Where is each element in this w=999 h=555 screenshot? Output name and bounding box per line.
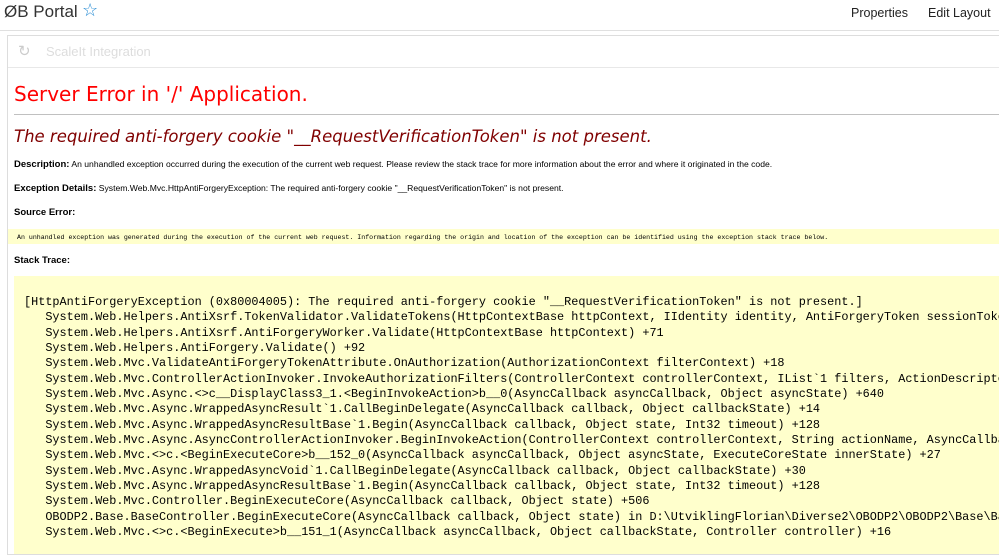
stack-line: System.Web.Mvc.Async.WrappedAsyncResultB… (24, 479, 821, 494)
details-label: Exception Details: (14, 183, 97, 194)
stack-line: OBODP2.Base.BaseController.BeginExecuteC… (24, 509, 999, 524)
stack-line: System.Web.Mvc.<>c.<BeginExecuteCore>b__… (24, 448, 941, 463)
properties-link[interactable]: Properties (851, 6, 908, 20)
source-error-label: Source Error: (14, 207, 76, 218)
exception-details: Exception Details: System.Web.Mvc.HttpAn… (14, 183, 999, 194)
portal-title: ØB Portal (4, 2, 78, 21)
stack-trace: [HttpAntiForgeryException (0x80004005): … (24, 295, 999, 541)
error-title: Server Error in '/' Application. (14, 82, 999, 115)
stack-line: System.Web.Mvc.ControllerActionInvoker.I… (24, 371, 999, 386)
source-error-heading: Source Error: (14, 207, 999, 218)
stack-line: System.Web.Mvc.Async.WrappedAsyncResult`… (24, 402, 821, 417)
stack-line: System.Web.Mvc.Async.WrappedAsyncResultB… (24, 417, 821, 432)
stack-line: System.Web.Mvc.Async.AsyncControllerActi… (24, 433, 999, 448)
stack-line: System.Web.Helpers.AntiXsrf.TokenValidat… (24, 310, 999, 325)
stack-line: [HttpAntiForgeryException (0x80004005): … (24, 295, 863, 309)
details-text: System.Web.Mvc.HttpAntiForgeryException:… (98, 183, 564, 193)
stack-trace-heading: Stack Trace: (14, 255, 999, 266)
stack-line: System.Web.Mvc.ValidateAntiForgeryTokenA… (24, 356, 785, 371)
edit-layout-link[interactable]: Edit Layout (928, 6, 991, 20)
stack-line: System.Web.Mvc.<>c.<BeginExecute>b__151_… (24, 525, 892, 540)
description: Description: An unhandled exception occu… (14, 159, 999, 170)
portal-header: ØB Portal ☆ Properties Edit Layout (0, 0, 999, 31)
stack-trace-box: [HttpAntiForgeryException (0x80004005): … (14, 276, 999, 554)
error-message: The required anti-forgery cookie "__Requ… (14, 127, 652, 146)
stack-line: System.Web.Mvc.Async.<>c__DisplayClass3_… (24, 387, 884, 402)
frame-title: ScaleIt Integration (46, 44, 151, 59)
refresh-icon[interactable]: ↻ (18, 42, 31, 60)
frame-toolbar: ↻ ScaleIt Integration (8, 36, 999, 68)
stack-line: System.Web.Mvc.Controller.BeginExecuteCo… (24, 494, 650, 509)
stack-line: System.Web.Helpers.AntiXsrf.AntiForgeryW… (24, 325, 664, 340)
stack-trace-label: Stack Trace: (14, 255, 70, 266)
source-error-box: An unhandled exception was generated dur… (8, 229, 999, 244)
error-page: Server Error in '/' Application. The req… (8, 82, 999, 554)
integration-frame: ↻ ScaleIt Integration Server Error in '/… (7, 35, 999, 555)
description-label: Description: (14, 159, 70, 170)
stack-line: System.Web.Mvc.Async.WrappedAsyncVoid`1.… (24, 463, 806, 478)
stack-line: System.Web.Helpers.AntiForgery.Validate(… (24, 341, 366, 356)
description-text: An unhandled exception occurred during t… (71, 159, 773, 169)
star-icon[interactable]: ☆ (82, 0, 98, 21)
